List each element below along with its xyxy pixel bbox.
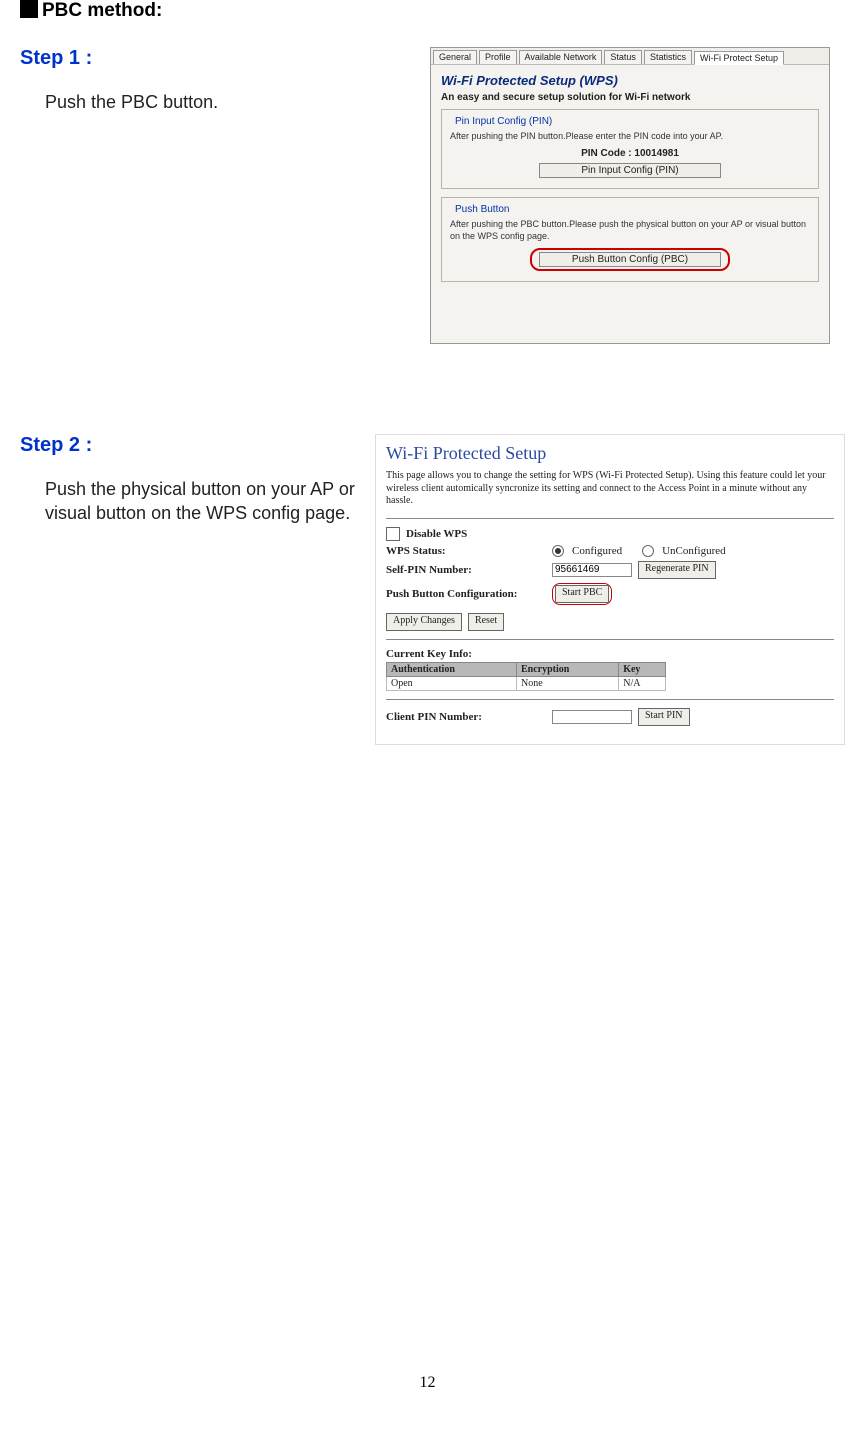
ap-title: Wi-Fi Protected Setup: [386, 443, 834, 464]
step1-heading: Step 1 :: [20, 47, 420, 70]
td-auth: Open: [387, 676, 517, 690]
unconfigured-label: UnConfigured: [662, 545, 726, 557]
square-bullet-icon: [20, 0, 38, 18]
regenerate-pin-button[interactable]: Regenerate PIN: [638, 561, 716, 579]
pbc-config-label: Push Button Configuration:: [386, 588, 546, 600]
tab-bar: General Profile Available Network Status…: [431, 48, 829, 65]
step1-body: Push the PBC button.: [45, 90, 420, 114]
pbc-fieldset: Push Button After pushing the PBC button…: [441, 197, 819, 282]
configured-label: Configured: [572, 545, 622, 557]
table-row: Open None N/A: [387, 676, 666, 690]
unconfigured-radio[interactable]: [642, 545, 654, 557]
section-title: PBC method:: [20, 0, 835, 22]
ap-intro: This page allows you to change the setti…: [386, 470, 834, 508]
client-pin-input[interactable]: [552, 710, 632, 724]
step2-heading: Step 2 :: [20, 434, 365, 457]
divider-3: [386, 699, 834, 700]
tab-wps[interactable]: Wi-Fi Protect Setup: [694, 51, 784, 65]
th-auth: Authentication: [387, 662, 517, 676]
configured-radio[interactable]: [552, 545, 564, 557]
pbc-text: After pushing the PBC button.Please push…: [450, 219, 810, 242]
pin-fieldset: Pin Input Config (PIN) After pushing the…: [441, 109, 819, 189]
self-pin-input[interactable]: [552, 563, 632, 577]
page-number: 12: [0, 1374, 855, 1392]
tab-profile[interactable]: Profile: [479, 50, 517, 64]
start-pin-button[interactable]: Start PIN: [638, 708, 690, 726]
wps-client-screenshot: General Profile Available Network Status…: [430, 47, 830, 344]
pin-text: After pushing the PIN button.Please ente…: [450, 131, 810, 142]
section-title-text: PBC method:: [42, 0, 162, 21]
divider: [386, 518, 834, 519]
pbc-legend: Push Button: [452, 204, 512, 215]
reset-button[interactable]: Reset: [468, 613, 504, 631]
tab-general[interactable]: General: [433, 50, 477, 64]
disable-wps-label: Disable WPS: [406, 528, 467, 540]
start-pbc-highlight: Start PBC: [552, 583, 612, 605]
client-pin-label: Client PIN Number:: [386, 711, 546, 723]
th-enc: Encryption: [516, 662, 618, 676]
wps-panel-subtitle: An easy and secure setup solution for Wi…: [441, 92, 819, 103]
divider-2: [386, 639, 834, 640]
tab-statistics[interactable]: Statistics: [644, 50, 692, 64]
ap-wps-screenshot: Wi-Fi Protected Setup This page allows y…: [375, 434, 845, 745]
step2-body: Push the physical button on your AP or v…: [45, 477, 365, 526]
pin-legend: Pin Input Config (PIN): [452, 116, 555, 127]
pin-input-config-button[interactable]: Pin Input Config (PIN): [539, 163, 721, 178]
self-pin-label: Self-PIN Number:: [386, 564, 546, 576]
start-pbc-button[interactable]: Start PBC: [555, 585, 609, 603]
current-key-info-label: Current Key Info:: [386, 648, 834, 660]
push-button-config-button[interactable]: Push Button Config (PBC): [539, 252, 721, 267]
tab-available-network[interactable]: Available Network: [519, 50, 603, 64]
key-info-table: Authentication Encryption Key Open None …: [386, 662, 666, 691]
pin-code-label: PIN Code : 10014981: [450, 148, 810, 159]
td-enc: None: [516, 676, 618, 690]
wps-status-label: WPS Status:: [386, 545, 546, 557]
disable-wps-checkbox[interactable]: [386, 527, 400, 541]
wps-panel-title: Wi-Fi Protected Setup (WPS): [441, 73, 819, 88]
tab-status[interactable]: Status: [604, 50, 642, 64]
td-key: N/A: [619, 676, 666, 690]
pbc-highlight-oval: Push Button Config (PBC): [530, 248, 730, 271]
apply-changes-button[interactable]: Apply Changes: [386, 613, 462, 631]
th-key: Key: [619, 662, 666, 676]
